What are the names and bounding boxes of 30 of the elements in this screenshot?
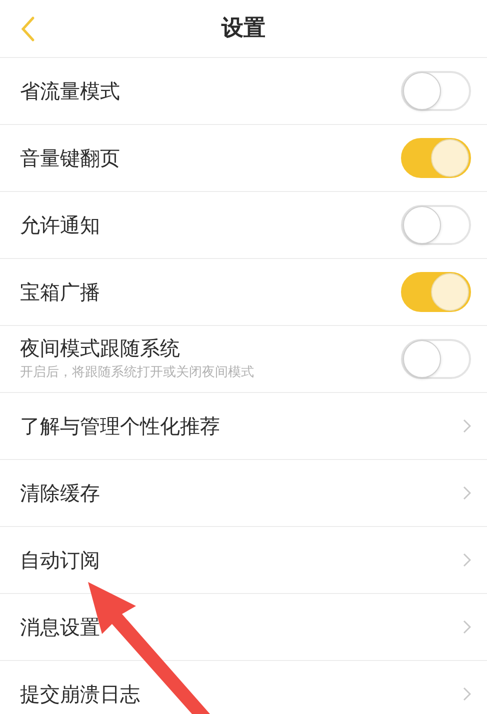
row-label: 清除缓存 [20,480,100,506]
settings-row[interactable]: 省流量模式 [0,58,487,125]
page-title: 设置 [222,15,266,43]
row-label: 了解与管理个性化推荐 [20,413,220,439]
row-label: 提交崩溃日志 [20,681,140,707]
settings-row[interactable]: 清除缓存 [0,460,487,527]
row-label: 自动订阅 [20,547,100,573]
toggle-switch[interactable] [401,339,471,379]
chevron-right-icon [463,687,471,701]
toggle-switch[interactable] [401,205,471,245]
row-label: 允许通知 [20,212,100,238]
row-label: 宝箱广播 [20,279,100,305]
row-label: 夜间模式跟随系统 [20,335,181,362]
row-label: 消息设置 [20,614,100,640]
row-description: 开启后，将跟随系统打开或关闭夜间模式 [20,364,254,382]
chevron-right-icon [463,553,471,567]
chevron-right-icon [463,486,471,500]
settings-row[interactable]: 允许通知 [0,192,487,259]
settings-row[interactable]: 音量键翻页 [0,125,487,192]
chevron-right-icon [463,620,471,634]
toggle-switch[interactable] [401,138,471,178]
settings-row[interactable]: 宝箱广播 [0,259,487,326]
chevron-right-icon [463,419,471,433]
row-label: 省流量模式 [20,78,120,104]
toggle-switch[interactable] [401,272,471,312]
back-icon [21,16,35,42]
settings-row[interactable]: 了解与管理个性化推荐 [0,393,487,460]
row-label: 音量键翻页 [20,145,120,171]
toggle-switch[interactable] [401,71,471,111]
settings-row[interactable]: 夜间模式跟随系统 开启后，将跟随系统打开或关闭夜间模式 [0,326,487,393]
